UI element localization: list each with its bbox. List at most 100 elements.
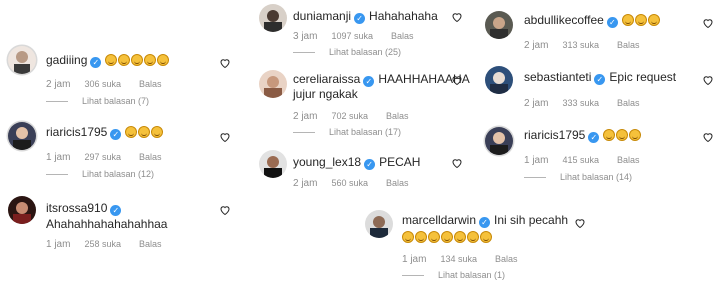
heart-icon[interactable] bbox=[451, 11, 463, 23]
comment-body: abdullikecoffee ✓ bbox=[524, 13, 661, 28]
verified-badge-icon: ✓ bbox=[110, 129, 122, 140]
comment-text: Epic request bbox=[609, 70, 677, 84]
view-replies[interactable]: Lihat balasan (14) bbox=[524, 172, 632, 182]
heart-icon[interactable] bbox=[702, 131, 714, 143]
like-count[interactable]: 258 suka bbox=[84, 239, 121, 249]
view-replies[interactable]: Lihat balasan (17) bbox=[293, 127, 401, 137]
rolling-laughing-emoji-icon bbox=[138, 126, 151, 138]
reply-button[interactable]: Balas bbox=[386, 111, 409, 121]
verified-badge-icon: ✓ bbox=[588, 132, 600, 143]
username[interactable]: marcelldarwin bbox=[402, 213, 476, 227]
reply-button[interactable]: Balas bbox=[617, 98, 640, 108]
timestamp: 2 jam bbox=[524, 98, 549, 109]
view-replies-label: Lihat balasan (12) bbox=[82, 169, 155, 179]
view-replies[interactable]: Lihat balasan (1) bbox=[402, 270, 505, 280]
heart-icon[interactable] bbox=[219, 57, 231, 69]
avatar[interactable] bbox=[485, 66, 513, 94]
username[interactable]: cereliaraissa bbox=[293, 72, 360, 86]
comment-body: young_lex18 ✓ PECAH bbox=[293, 155, 420, 170]
heart-icon[interactable] bbox=[219, 131, 231, 143]
reply-button[interactable]: Balas bbox=[617, 40, 640, 50]
like-count[interactable]: 415 suka bbox=[562, 155, 599, 165]
like-count[interactable]: 1097 suka bbox=[331, 31, 373, 41]
avatar[interactable] bbox=[259, 4, 287, 32]
timestamp: 2 jam bbox=[293, 178, 318, 189]
verified-badge-icon: ✓ bbox=[594, 74, 606, 85]
verified-badge-icon: ✓ bbox=[363, 76, 375, 87]
rolling-laughing-emoji-icon bbox=[616, 129, 629, 141]
like-count[interactable]: 333 suka bbox=[562, 98, 599, 108]
rolling-laughing-emoji-icon bbox=[131, 54, 144, 66]
comment-text: Hahahahaha bbox=[369, 9, 438, 23]
reply-button[interactable]: Balas bbox=[139, 239, 162, 249]
verified-badge-icon: ✓ bbox=[364, 159, 376, 170]
divider bbox=[46, 174, 68, 176]
rolling-laughing-emoji-icon bbox=[603, 129, 616, 141]
reply-button[interactable]: Balas bbox=[139, 79, 162, 89]
comment-meta: 1 jam 258 suka Balas bbox=[46, 239, 180, 250]
username[interactable]: gadiiing bbox=[46, 53, 87, 67]
timestamp: 3 jam bbox=[293, 31, 318, 42]
heart-icon[interactable] bbox=[702, 74, 714, 86]
comment-text: Ini sih pecahh bbox=[494, 213, 569, 227]
comment-text-line2: jujur ngakak bbox=[293, 87, 358, 101]
like-count[interactable]: 702 suka bbox=[331, 111, 368, 121]
username[interactable]: riaricis1795 bbox=[46, 125, 107, 139]
heart-icon[interactable] bbox=[702, 17, 714, 29]
username[interactable]: itsrossa910 bbox=[46, 201, 107, 215]
rolling-laughing-emoji-icon bbox=[480, 231, 492, 243]
rolling-laughing-emoji-icon bbox=[125, 126, 138, 138]
heart-icon[interactable] bbox=[451, 74, 463, 86]
rolling-laughing-emoji-icon bbox=[402, 231, 414, 243]
rolling-laughing-emoji-icon bbox=[105, 54, 118, 66]
reply-button[interactable]: Balas bbox=[617, 155, 640, 165]
heart-icon[interactable] bbox=[219, 204, 231, 216]
username[interactable]: duniamanji bbox=[293, 9, 351, 23]
reply-button[interactable]: Balas bbox=[386, 178, 409, 188]
like-count[interactable]: 313 suka bbox=[562, 40, 599, 50]
view-replies-label: Lihat balasan (7) bbox=[82, 96, 150, 106]
avatar[interactable] bbox=[365, 210, 393, 238]
rolling-laughing-emoji-icon bbox=[454, 231, 466, 243]
avatar[interactable] bbox=[8, 122, 36, 150]
heart-icon[interactable] bbox=[451, 157, 463, 169]
username[interactable]: abdullikecoffee bbox=[524, 13, 604, 27]
view-replies[interactable]: Lihat balasan (7) bbox=[46, 96, 149, 106]
verified-badge-icon: ✓ bbox=[606, 17, 618, 28]
timestamp: 1 jam bbox=[524, 155, 549, 166]
view-replies[interactable]: Lihat balasan (25) bbox=[293, 47, 401, 57]
reply-button[interactable]: Balas bbox=[495, 254, 518, 264]
view-replies[interactable]: Lihat balasan (12) bbox=[46, 169, 154, 179]
username[interactable]: sebastianteti bbox=[524, 70, 591, 84]
timestamp: 2 jam bbox=[293, 111, 318, 122]
reply-button[interactable]: Balas bbox=[391, 31, 414, 41]
verified-badge-icon: ✓ bbox=[90, 57, 102, 68]
username[interactable]: riaricis1795 bbox=[524, 128, 585, 142]
timestamp: 1 jam bbox=[46, 152, 71, 163]
avatar[interactable] bbox=[8, 46, 36, 74]
comment-meta: 2 jam 306 suka Balas bbox=[46, 79, 180, 90]
comment-meta: 2 jam 333 suka Balas bbox=[524, 98, 658, 109]
comment-text: Ahahahhahahahahhaa bbox=[46, 217, 168, 231]
reply-button[interactable]: Balas bbox=[139, 152, 162, 162]
comment-body: riaricis1795 ✓ bbox=[524, 128, 642, 143]
avatar[interactable] bbox=[485, 127, 513, 155]
comment-meta: 3 jam 1097 suka Balas bbox=[293, 31, 432, 42]
comment-body: riaricis1795 ✓ bbox=[46, 125, 164, 140]
avatar[interactable] bbox=[8, 196, 36, 224]
divider bbox=[293, 132, 315, 134]
avatar[interactable] bbox=[259, 150, 287, 178]
rolling-laughing-emoji-icon bbox=[441, 231, 453, 243]
like-count[interactable]: 134 suka bbox=[440, 254, 477, 264]
like-count[interactable]: 297 suka bbox=[84, 152, 121, 162]
like-count[interactable]: 306 suka bbox=[84, 79, 121, 89]
timestamp: 2 jam bbox=[46, 79, 71, 90]
timestamp: 1 jam bbox=[402, 254, 427, 265]
username[interactable]: young_lex18 bbox=[293, 155, 361, 169]
avatar[interactable] bbox=[259, 70, 287, 98]
rolling-laughing-emoji-icon bbox=[647, 14, 660, 26]
heart-icon[interactable] bbox=[574, 217, 586, 229]
avatar[interactable] bbox=[485, 11, 513, 39]
view-replies-label: Lihat balasan (14) bbox=[560, 172, 633, 182]
like-count[interactable]: 560 suka bbox=[331, 178, 368, 188]
